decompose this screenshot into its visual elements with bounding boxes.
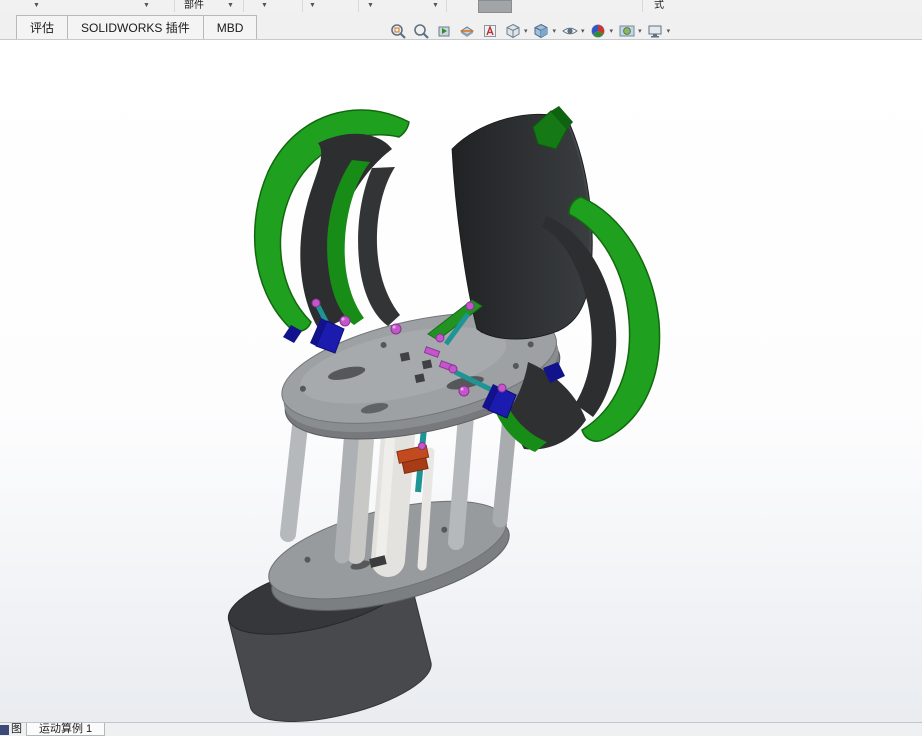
annotation-views-icon	[483, 25, 496, 37]
dynamic-annotation-views-button[interactable]	[478, 21, 501, 41]
display-style-cube-icon	[534, 23, 548, 39]
previous-view-icon	[438, 26, 449, 37]
chevron-down-icon[interactable]: ▼	[143, 1, 150, 11]
pin	[311, 298, 321, 308]
blade-left-inner-dark	[358, 167, 400, 326]
chevron-down-icon[interactable]: ▾	[667, 27, 671, 35]
motion-study-tab[interactable]: 运动算例 1	[26, 723, 106, 736]
appearance-sphere-icon	[591, 24, 605, 38]
tab-evaluate[interactable]: 评估	[16, 15, 69, 39]
toolbar-separator	[642, 0, 643, 12]
pin	[458, 385, 470, 397]
model-tab-partial-label[interactable]: 图	[11, 723, 22, 736]
chevron-down-icon[interactable]: ▼	[261, 1, 268, 11]
pin	[497, 383, 507, 393]
chevron-down-icon[interactable]: ▼	[367, 1, 374, 11]
graphics-viewport[interactable]	[0, 40, 922, 722]
toolbar-separator	[243, 0, 244, 12]
toolbar-separator	[174, 0, 175, 12]
top-toolbar: ▼ ▼ 部件 ▼ ▼ ▼ ▼ ▼ 式	[0, 0, 922, 13]
pin	[339, 315, 351, 327]
toolbar-separator	[358, 0, 359, 12]
eye-icon	[561, 27, 578, 35]
command-manager-tabs: 评估 SOLIDWORKS 插件 MBD	[16, 15, 258, 39]
blade-left[interactable]	[253, 109, 410, 332]
toolbar-separator	[446, 0, 447, 12]
view-settings-button[interactable]	[644, 21, 667, 41]
view-orientation-button[interactable]	[501, 21, 524, 41]
edit-appearance-button[interactable]	[587, 21, 610, 41]
monitor-icon	[648, 25, 662, 38]
hide-show-items-button[interactable]	[558, 21, 581, 41]
display-style-button[interactable]	[530, 21, 553, 41]
chevron-down-icon[interactable]: ▾	[610, 27, 614, 35]
chevron-down-icon[interactable]: ▾	[581, 27, 585, 35]
zoom-to-area-button[interactable]	[409, 21, 432, 41]
view-orientation-cube-icon	[506, 23, 519, 39]
tab-solidworks-addins[interactable]: SOLIDWORKS 插件	[68, 15, 204, 39]
column	[448, 408, 474, 550]
chevron-down-icon[interactable]: ▾	[553, 27, 557, 35]
column	[334, 422, 360, 564]
tab-mbd[interactable]: MBD	[203, 15, 258, 39]
section-view-button[interactable]	[455, 21, 478, 41]
section-view-icon	[459, 26, 474, 37]
chevron-down-icon[interactable]: ▾	[524, 27, 528, 35]
pin	[448, 364, 458, 374]
chevron-down-icon[interactable]: ▼	[309, 1, 316, 11]
model-tab-icon[interactable]	[0, 725, 9, 735]
zoom-to-fit-button[interactable]	[386, 21, 409, 41]
cad-model[interactable]	[0, 40, 922, 722]
pin	[465, 301, 475, 311]
chevron-down-icon[interactable]: ▾	[638, 27, 642, 35]
toolbar-separator	[302, 0, 303, 12]
chevron-down-icon[interactable]: ▼	[33, 1, 40, 11]
pin	[390, 323, 402, 335]
zoom-to-area-icon	[413, 24, 429, 39]
apply-scene-button[interactable]	[615, 21, 638, 41]
component-group-label: 部件	[184, 0, 204, 11]
style-group-label: 式	[654, 0, 664, 11]
pin	[435, 333, 445, 343]
active-tool-button[interactable]	[478, 0, 512, 13]
zoom-to-fit-icon	[390, 24, 406, 39]
status-bar: 图 运动算例 1	[0, 722, 922, 736]
pin	[418, 442, 426, 450]
heads-up-view-toolbar: ▾ ▾ ▾ ▾ ▾ ▾	[386, 21, 672, 41]
chevron-down-icon[interactable]: ▼	[227, 1, 234, 11]
chevron-down-icon[interactable]: ▼	[432, 1, 439, 11]
scene-icon	[619, 25, 635, 37]
previous-view-button[interactable]	[432, 21, 455, 41]
